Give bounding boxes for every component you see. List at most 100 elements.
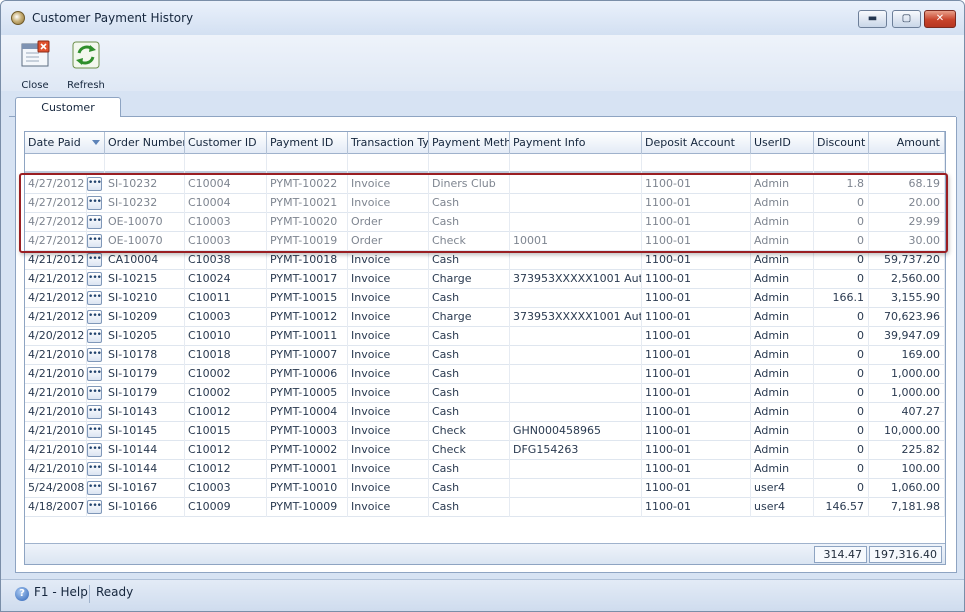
row-detail-button[interactable]: •••: [87, 215, 102, 229]
column-header-payment-method[interactable]: Payment Method: [429, 132, 510, 154]
cell-date-paid: 4/21/2012: [25, 251, 87, 270]
table-row[interactable]: 4/21/2010 SI-10145 C10015 PYMT-10003 Invoice…: [25, 422, 945, 441]
column-header-payment-id[interactable]: Payment ID: [267, 132, 348, 154]
row-detail-button[interactable]: •••: [87, 291, 102, 305]
table-row[interactable]: 4/21/2012 CA10004 C10038 PYMT-10018 Invoice C…: [25, 251, 945, 270]
cell-date-paid: 4/18/2007: [25, 498, 87, 517]
table-row[interactable]: 4/21/2010 SI-10178 C10018 PYMT-10007 Invoice…: [25, 346, 945, 365]
cell-user-id: Admin: [751, 346, 814, 365]
cell-payment-info: [510, 346, 642, 365]
filter-cell-deposit-account[interactable]: [642, 154, 751, 173]
row-detail-button[interactable]: •••: [87, 177, 102, 191]
cell-customer-id: C10003: [185, 479, 267, 498]
table-row[interactable]: 4/21/2010 SI-10143 C10012 PYMT-10004 Invoice…: [25, 403, 945, 422]
filter-cell-payment-method[interactable]: [429, 154, 510, 173]
table-row[interactable]: 4/21/2010 SI-10144 C10012 PYMT-10002 Invoice…: [25, 441, 945, 460]
cell-amount: 20.00: [869, 194, 945, 213]
cell-transaction-type: Invoice: [348, 479, 429, 498]
cell-payment-id: PYMT-10017: [267, 270, 348, 289]
cell-user-id: user4: [751, 479, 814, 498]
cell-payment-id: PYMT-10020: [267, 213, 348, 232]
table-row[interactable]: 4/27/2012 SI-10232 C10004 PYMT-10022 Invoice…: [25, 175, 945, 194]
column-header-discount[interactable]: Discount: [814, 132, 869, 154]
cell-amount: 100.00: [869, 460, 945, 479]
row-detail-button[interactable]: •••: [87, 462, 102, 476]
close-button[interactable]: Close: [17, 39, 53, 91]
filter-row[interactable]: [25, 154, 945, 173]
filter-cell-customer-id[interactable]: [185, 154, 267, 173]
row-detail-button[interactable]: •••: [87, 481, 102, 495]
row-detail-button[interactable]: •••: [87, 234, 102, 248]
table-row[interactable]: 4/27/2012 SI-10232 C10004 PYMT-10021 Invoice…: [25, 194, 945, 213]
table-row[interactable]: 4/21/2012 SI-10209 C10003 PYMT-10012 Invoice…: [25, 308, 945, 327]
column-header-date-paid[interactable]: Date Paid: [25, 132, 105, 154]
filter-cell-payment-info[interactable]: [510, 154, 642, 173]
status-separator: [89, 585, 90, 603]
table-row[interactable]: 4/21/2010 SI-10144 C10012 PYMT-10001 Invoice…: [25, 460, 945, 479]
column-header-customer-id[interactable]: Customer ID: [185, 132, 267, 154]
row-detail-button[interactable]: •••: [87, 386, 102, 400]
title-bar[interactable]: Customer Payment History ▬ ▢ ✕: [1, 1, 964, 35]
column-header-deposit-account[interactable]: Deposit Account: [642, 132, 751, 154]
column-header-payment-info[interactable]: Payment Info: [510, 132, 642, 154]
filter-cell-order-number[interactable]: [105, 154, 185, 173]
table-row[interactable]: 4/18/2007 SI-10166 C10009 PYMT-10009 Invoice…: [25, 498, 945, 517]
cell-amount: 29.99: [869, 213, 945, 232]
cell-amount: 59,737.20: [869, 251, 945, 270]
cell-date-paid: 4/27/2012: [25, 232, 87, 251]
column-header-user-id[interactable]: UserID: [751, 132, 814, 154]
help-label[interactable]: F1 - Help: [34, 585, 88, 599]
table-row[interactable]: 4/21/2010 SI-10179 C10002 PYMT-10005 Invoice…: [25, 384, 945, 403]
row-detail-button[interactable]: •••: [87, 443, 102, 457]
filter-cell-date-paid[interactable]: [25, 154, 105, 173]
column-header-order-number[interactable]: Order Number: [105, 132, 185, 154]
row-detail-button[interactable]: •••: [87, 500, 102, 514]
window-title: Customer Payment History: [32, 11, 194, 25]
tab-customer-payment[interactable]: Customer Payment: [15, 97, 121, 133]
cell-user-id: Admin: [751, 213, 814, 232]
table-row[interactable]: 4/20/2012 SI-10205 C10010 PYMT-10011 Invoice…: [25, 327, 945, 346]
row-detail-button[interactable]: •••: [87, 405, 102, 419]
grid-rows: 4/27/2012 SI-10232 C10004 PYMT-10022 Invoice…: [25, 175, 945, 517]
table-row[interactable]: 4/21/2010 SI-10179 C10002 PYMT-10006 Invoice…: [25, 365, 945, 384]
cell-order-number: SI-10179: [105, 384, 185, 403]
column-header-amount[interactable]: Amount: [869, 132, 945, 154]
minimize-button[interactable]: ▬: [858, 10, 887, 28]
filter-cell-payment-id[interactable]: [267, 154, 348, 173]
row-detail-button[interactable]: •••: [87, 424, 102, 438]
cell-customer-id: C10012: [185, 460, 267, 479]
cell-customer-id: C10003: [185, 308, 267, 327]
cell-deposit-account: 1100-01: [642, 422, 751, 441]
cell-payment-info: [510, 194, 642, 213]
refresh-button[interactable]: Refresh: [65, 39, 107, 91]
table-row[interactable]: 4/27/2012 OE-10070 C10003 PYMT-10019 Order Ch…: [25, 232, 945, 251]
row-detail-button[interactable]: •••: [87, 196, 102, 210]
help-icon[interactable]: ?: [15, 587, 29, 601]
row-detail-button[interactable]: •••: [87, 310, 102, 324]
cell-user-id: Admin: [751, 251, 814, 270]
cell-amount: 225.82: [869, 441, 945, 460]
cell-transaction-type: Invoice: [348, 251, 429, 270]
row-detail-button[interactable]: •••: [87, 329, 102, 343]
row-detail-button[interactable]: •••: [87, 367, 102, 381]
cell-user-id: Admin: [751, 403, 814, 422]
table-row[interactable]: 4/21/2012 SI-10215 C10024 PYMT-10017 Invoice…: [25, 270, 945, 289]
table-row[interactable]: 4/21/2012 SI-10210 C10011 PYMT-10015 Invoice…: [25, 289, 945, 308]
cell-discount: 166.1: [814, 289, 869, 308]
cell-transaction-type: Invoice: [348, 327, 429, 346]
row-detail-button[interactable]: •••: [87, 272, 102, 286]
close-window-button[interactable]: ✕: [924, 10, 956, 28]
table-row[interactable]: 5/24/2008 SI-10167 C10003 PYMT-10010 Invoice…: [25, 479, 945, 498]
filter-cell-amount[interactable]: [869, 154, 945, 173]
cell-deposit-account: 1100-01: [642, 270, 751, 289]
row-detail-button[interactable]: •••: [87, 348, 102, 362]
filter-cell-transaction-type[interactable]: [348, 154, 429, 173]
row-detail-button[interactable]: •••: [87, 253, 102, 267]
column-header-transaction-type[interactable]: Transaction Type: [348, 132, 429, 154]
maximize-button[interactable]: ▢: [892, 10, 921, 28]
filter-cell-discount[interactable]: [814, 154, 869, 173]
close-button-label: Close: [21, 80, 49, 91]
filter-cell-user-id[interactable]: [751, 154, 814, 173]
cell-transaction-type: Invoice: [348, 403, 429, 422]
table-row[interactable]: 4/27/2012 OE-10070 C10003 PYMT-10020 Order Ca…: [25, 213, 945, 232]
